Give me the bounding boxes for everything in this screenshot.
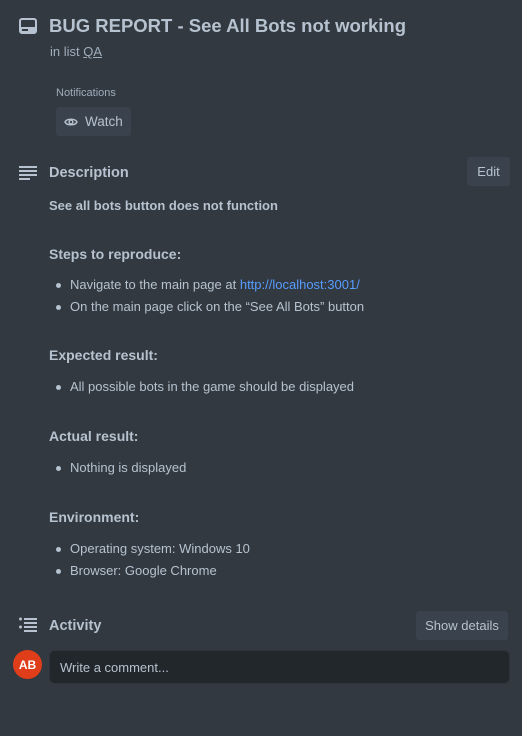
list-item: Browser: Google Chrome	[56, 560, 499, 582]
expected-result-heading: Expected result:	[49, 347, 158, 363]
actual-result-list: Nothing is displayed	[49, 457, 499, 479]
list-item: Nothing is displayed	[56, 457, 499, 479]
description-lead: See all bots button does not function	[49, 198, 278, 213]
show-details-button[interactable]: Show details	[416, 611, 508, 640]
description-heading: Description	[49, 165, 129, 181]
list-item: On the main page click on the “See All B…	[56, 296, 499, 318]
in-list-text: in list QA	[50, 44, 102, 59]
eye-icon	[64, 117, 78, 126]
steps-list: Navigate to the main page at http://loca…	[49, 274, 499, 318]
card-detail-panel: BUG REPORT - See All Bots not working in…	[0, 0, 522, 736]
description-body[interactable]: See all bots button does not function St…	[49, 196, 499, 582]
notifications-label: Notifications	[56, 87, 116, 99]
actual-result-heading: Actual result:	[49, 428, 139, 444]
list-item: All possible bots in the game should be …	[56, 376, 499, 398]
description-lines-icon	[19, 166, 37, 180]
comment-input[interactable]	[49, 650, 510, 684]
activity-heading: Activity	[49, 618, 102, 634]
card-title[interactable]: BUG REPORT - See All Bots not working	[49, 15, 406, 37]
list-item: Operating system: Windows 10	[56, 538, 499, 560]
avatar[interactable]: AB	[13, 650, 42, 679]
list-item: Navigate to the main page at http://loca…	[56, 274, 499, 296]
watch-button[interactable]: Watch	[56, 107, 131, 136]
watch-label: Watch	[85, 114, 123, 129]
step1-text: Navigate to the main page at	[70, 277, 240, 292]
environment-heading: Environment:	[49, 509, 140, 525]
edit-description-button[interactable]: Edit	[467, 157, 510, 186]
card-icon	[19, 18, 37, 34]
in-list-prefix: in list	[50, 44, 80, 59]
expected-result-list: All possible bots in the game should be …	[49, 376, 499, 398]
localhost-link[interactable]: http://localhost:3001/	[240, 277, 360, 292]
steps-heading: Steps to reproduce:	[49, 246, 182, 262]
activity-list-icon	[19, 617, 37, 632]
environment-list: Operating system: Windows 10 Browser: Go…	[49, 538, 499, 582]
list-link[interactable]: QA	[83, 44, 102, 59]
